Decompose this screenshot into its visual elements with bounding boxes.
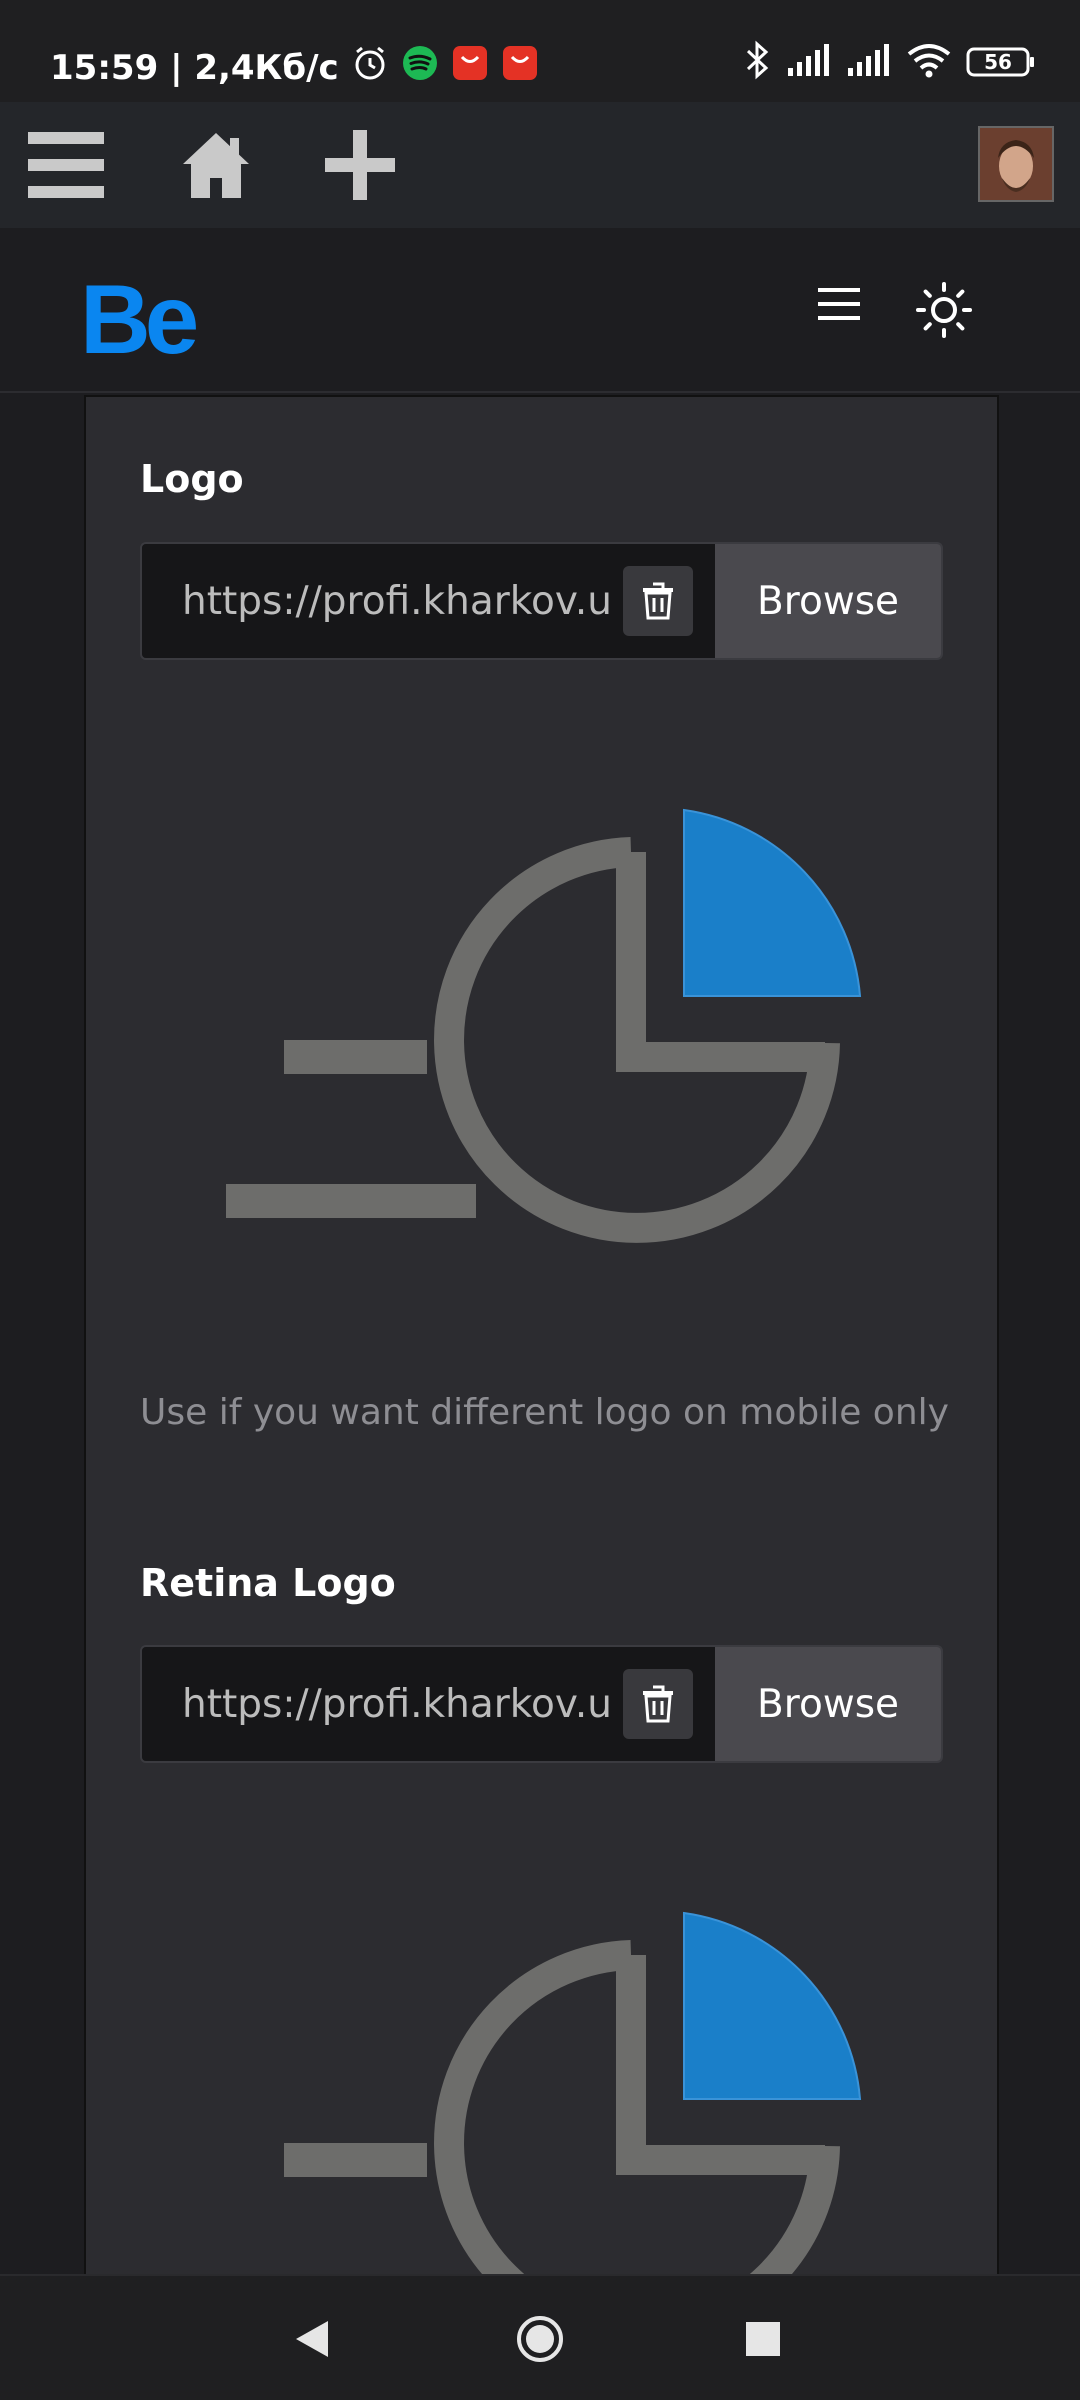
sun-icon[interactable]	[914, 280, 974, 340]
wifi-icon	[906, 42, 952, 82]
navigation-bar	[0, 2274, 1080, 2400]
alarm-icon	[351, 44, 389, 91]
status-bar: 15:59 | 2,4Кб/с 56	[0, 0, 1080, 102]
logo-url-input[interactable]: https://profi.kharkov.u	[142, 544, 716, 658]
retina-logo-url-value: https://profi.kharkov.u	[182, 1681, 612, 1727]
status-left: 15:59 | 2,4Кб/с	[50, 44, 539, 91]
signal-icon	[846, 42, 892, 82]
hamburger-icon[interactable]	[816, 276, 872, 332]
home-icon[interactable]	[178, 102, 254, 228]
logo-url-value: https://profi.kharkov.u	[182, 578, 612, 624]
retina-logo-preview-image	[140, 1810, 943, 2275]
avatar[interactable]	[978, 126, 1054, 202]
signal-icon	[786, 42, 832, 82]
status-time: 15:59 | 2,4Кб/с	[50, 47, 339, 88]
trash-icon[interactable]	[623, 566, 694, 636]
logo-input-group: https://profi.kharkov.u Browse	[140, 542, 943, 660]
aliexpress-icon	[451, 44, 489, 91]
add-icon[interactable]	[322, 102, 398, 228]
bluetooth-icon	[742, 40, 772, 84]
retina-logo-url-input[interactable]: https://profi.kharkov.u	[142, 1647, 716, 1761]
back-icon[interactable]	[252, 2276, 372, 2400]
battery-level: 56	[984, 50, 1012, 74]
home-circle-icon[interactable]	[480, 2276, 600, 2400]
status-right: 56	[742, 40, 1036, 84]
field-label-retina-logo: Retina Logo	[140, 1561, 396, 1605]
be-logo[interactable]: Be	[80, 270, 199, 368]
retina-logo-input-group: https://profi.kharkov.u Browse	[140, 1645, 943, 1763]
trash-icon[interactable]	[623, 1669, 694, 1739]
logo-help-text: Use if you want different logo on mobile…	[140, 1392, 949, 1433]
browse-button[interactable]: Browse	[715, 544, 941, 658]
menu-icon[interactable]	[24, 102, 108, 228]
admin-bar	[0, 102, 1080, 228]
aliexpress-icon	[501, 44, 539, 91]
field-label-logo: Logo	[140, 457, 244, 501]
recents-icon[interactable]	[703, 2276, 823, 2400]
browse-button[interactable]: Browse	[715, 1647, 941, 1761]
battery-icon: 56	[966, 46, 1036, 78]
options-panel: Logo https://profi.kharkov.u Browse Use …	[84, 395, 999, 2275]
spotify-icon	[401, 44, 439, 91]
builder-header: Be	[0, 228, 1080, 393]
logo-preview-image	[140, 707, 943, 1357]
